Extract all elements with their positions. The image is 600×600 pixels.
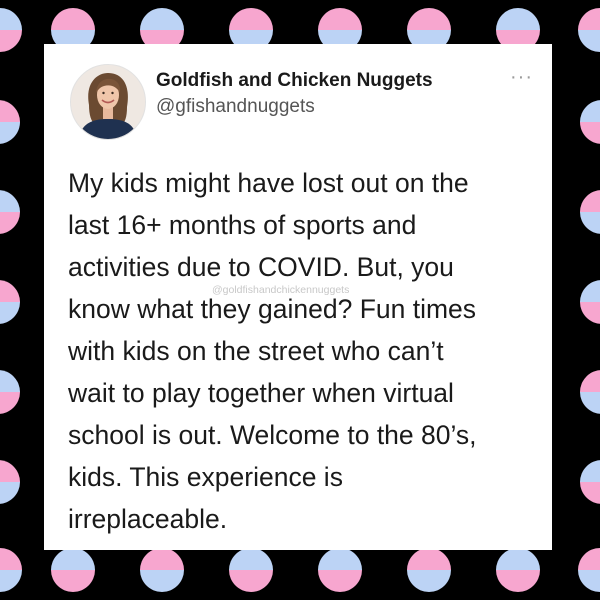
- decor-dot: [0, 460, 20, 504]
- decor-dot: [140, 548, 184, 592]
- decor-dot: [0, 190, 20, 234]
- decor-dot: [0, 8, 22, 52]
- decor-dot: [496, 548, 540, 592]
- author-handle[interactable]: @gfishandnuggets: [156, 96, 315, 118]
- decor-dot: [318, 548, 362, 592]
- decor-dot: [229, 548, 273, 592]
- decor-dot: [580, 370, 600, 414]
- decor-dot: [578, 8, 600, 52]
- decor-dot: [0, 280, 20, 324]
- decor-dot: [0, 370, 20, 414]
- watermark: @goldfishandchickennuggets: [212, 284, 350, 296]
- avatar-portrait-icon: [71, 65, 145, 139]
- decor-dot: [580, 280, 600, 324]
- decor-dot: [0, 548, 22, 592]
- decor-dot: [578, 548, 600, 592]
- decor-dot: [580, 190, 600, 234]
- more-dots-icon[interactable]: ···: [510, 66, 533, 89]
- decor-dot: [51, 548, 95, 592]
- tweet-card: Goldfish and Chicken Nuggets @gfishandnu…: [44, 44, 552, 550]
- author-name[interactable]: Goldfish and Chicken Nuggets: [156, 70, 433, 92]
- decor-dot: [580, 460, 600, 504]
- decor-dot: [580, 100, 600, 144]
- decor-dot: [407, 548, 451, 592]
- tweet-text: My kids might have lost out on the last …: [68, 168, 477, 534]
- decor-dot: [0, 100, 20, 144]
- avatar[interactable]: [70, 64, 146, 140]
